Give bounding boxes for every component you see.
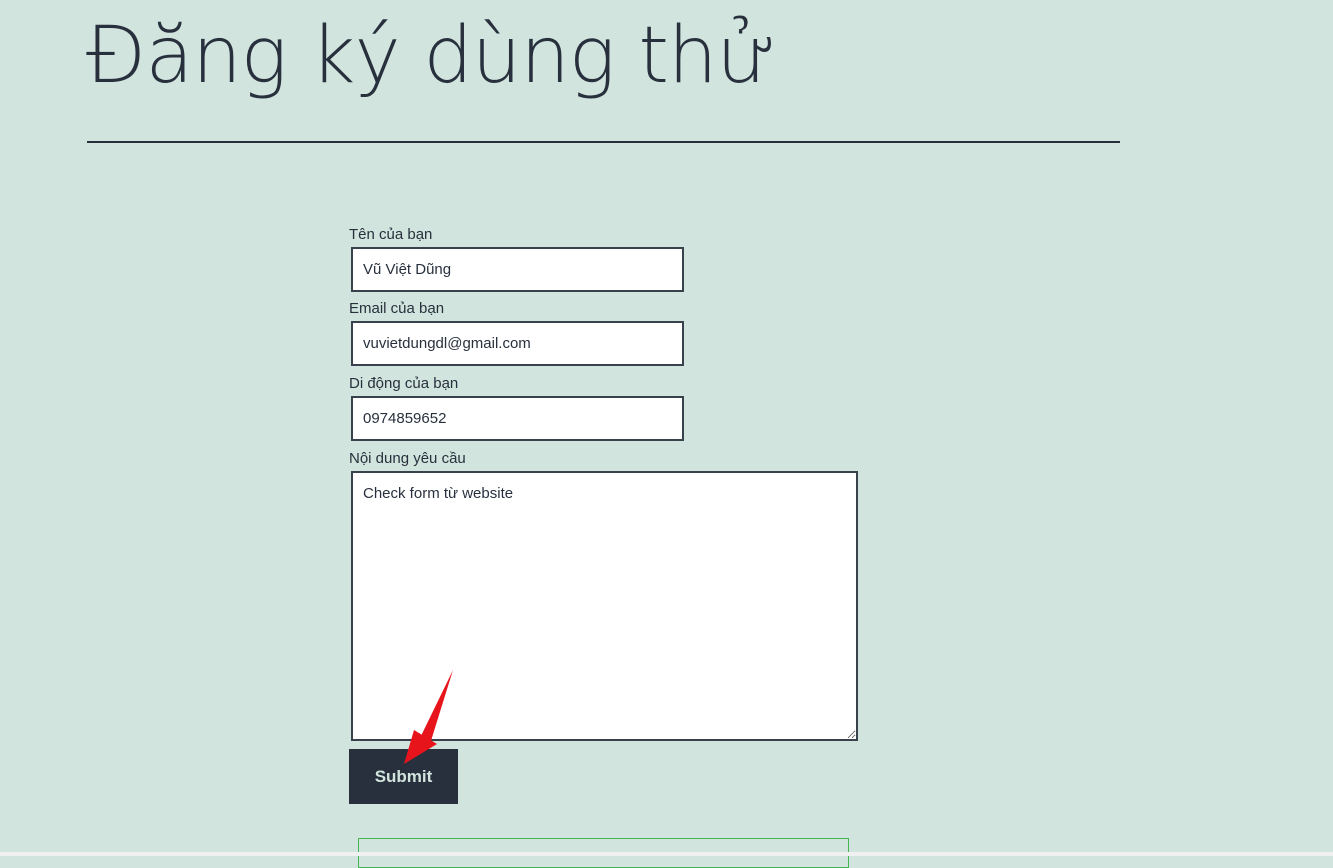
email-field[interactable] xyxy=(351,321,684,366)
name-label: Tên của bạn xyxy=(349,226,433,243)
message-textarea[interactable]: Check form từ website xyxy=(351,471,858,741)
phone-field[interactable] xyxy=(351,396,684,441)
name-field[interactable] xyxy=(351,247,684,292)
submit-button[interactable]: Submit xyxy=(349,749,458,804)
page-title: Đăng ký dùng thử xyxy=(86,11,777,101)
email-label: Email của bạn xyxy=(349,300,445,317)
message-label: Nội dung yêu cầu xyxy=(349,450,466,467)
title-divider xyxy=(87,141,1120,143)
phone-label: Di động của bạn xyxy=(349,375,459,392)
bottom-edge xyxy=(0,852,1333,856)
